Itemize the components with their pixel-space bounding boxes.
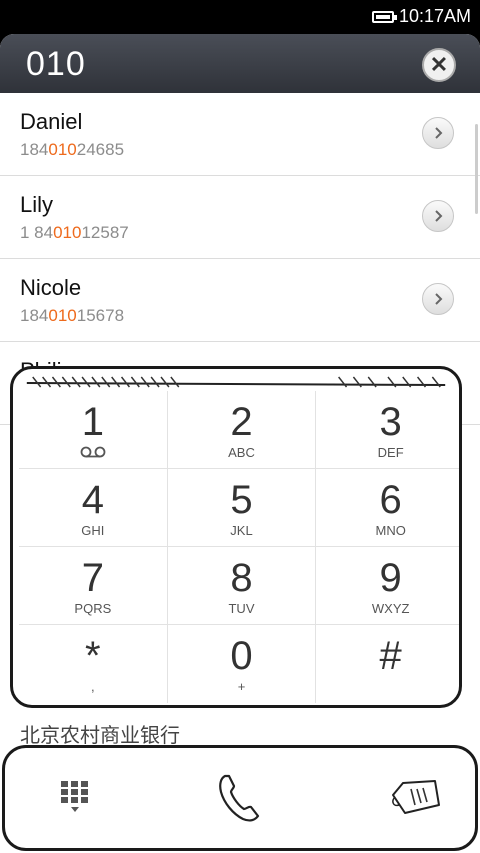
contact-name: Daniel	[20, 109, 83, 134]
dial-key-hash[interactable]: #	[316, 625, 459, 703]
chevron-right-icon[interactable]	[422, 283, 454, 315]
dial-key-7[interactable]: 7 PQRS	[19, 547, 168, 625]
status-time: 10:17AM	[398, 6, 471, 26]
bottom-action-bar	[2, 745, 478, 851]
dial-key-4[interactable]: 4 GHI	[19, 469, 168, 547]
list-item[interactable]: Daniel 18401024685	[0, 93, 480, 176]
delete-icon[interactable]	[385, 770, 445, 824]
list-item[interactable]: Lily 1 8401012587	[0, 176, 480, 259]
dial-key-6[interactable]: 6 MNO	[316, 469, 459, 547]
close-icon[interactable]: ✕	[422, 48, 456, 82]
dialed-number[interactable]: 010	[26, 45, 86, 84]
contact-number: 18401024685	[20, 140, 125, 159]
dial-key-9[interactable]: 9 WXYZ	[316, 547, 459, 625]
dial-key-8[interactable]: 8 TUV	[167, 547, 317, 625]
scrollbar[interactable]	[475, 124, 478, 214]
sketch-hatch	[26, 376, 446, 388]
dial-key-1[interactable]: 1	[19, 391, 168, 469]
dial-key-3[interactable]: 3 DEF	[316, 391, 459, 469]
dial-key-star[interactable]: * ,	[19, 625, 168, 703]
phone-call-icon[interactable]	[210, 770, 270, 824]
voicemail-icon	[80, 445, 106, 459]
dial-key-0[interactable]: 0 +	[168, 625, 317, 703]
list-item[interactable]: Nicole 18401015678	[0, 259, 480, 342]
dial-key-5[interactable]: 5 JKL	[167, 469, 317, 547]
dial-key-2[interactable]: 2 ABC	[167, 391, 317, 469]
dialpad-toggle-icon[interactable]	[45, 770, 105, 824]
contact-name: Lily	[20, 192, 54, 217]
search-bar: 010 ✕	[0, 34, 480, 93]
status-bar: 10:17AM	[0, 0, 480, 34]
chevron-right-icon[interactable]	[422, 117, 454, 149]
contact-number: 18401015678	[20, 306, 125, 325]
dialpad: 1 2 ABC 3 DEF 4 GHI 5 JKL 6 MNO 7 PQRS 8…	[10, 366, 462, 708]
contact-number: 1 8401012587	[20, 223, 129, 242]
chevron-right-icon[interactable]	[422, 200, 454, 232]
contact-name: Nicole	[20, 275, 82, 300]
contact-name: 北京农村商业银行	[20, 725, 180, 747]
battery-icon	[371, 10, 397, 23]
